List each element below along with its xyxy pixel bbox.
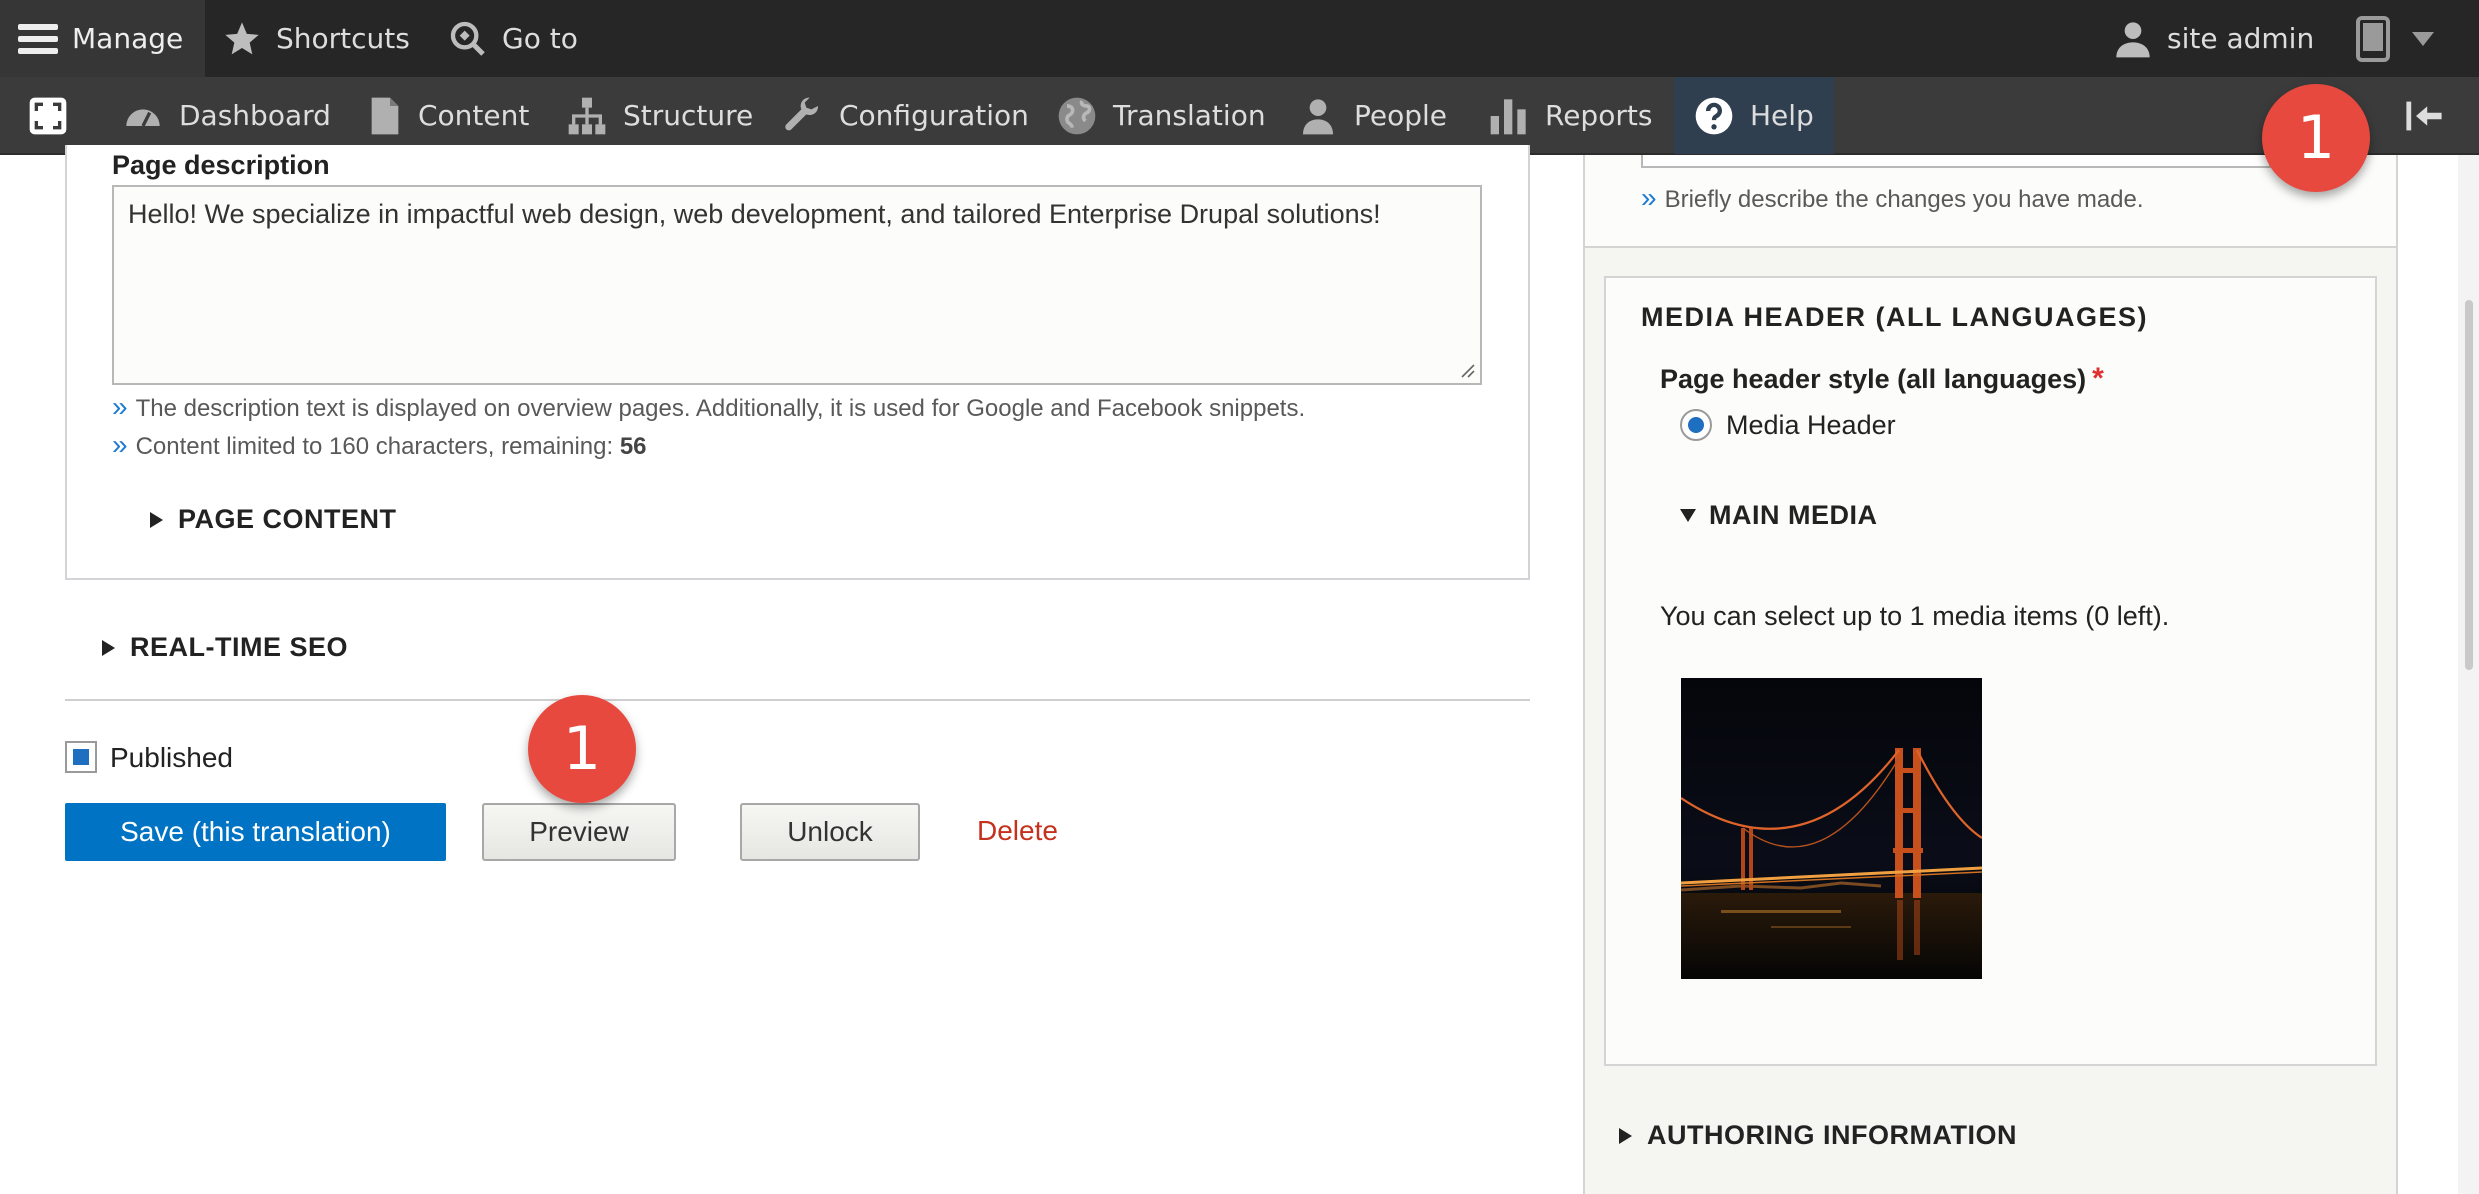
device-preview-toggle[interactable] <box>2356 0 2448 77</box>
collapse-left-icon <box>2406 101 2442 130</box>
star-icon <box>225 21 259 54</box>
published-label: Published <box>110 742 233 773</box>
description-help-text: » The description text is displayed on ov… <box>112 391 1305 423</box>
character-limit-prefix: Content limited to 160 characters, remai… <box>135 433 614 460</box>
tray-item-content[interactable]: Content <box>368 77 529 154</box>
manage-tab[interactable]: Manage <box>0 0 205 77</box>
tray-item-dashboard[interactable]: Dashboard <box>123 77 331 154</box>
page-description-value: Hello! We specialize in impactful web de… <box>128 199 1381 229</box>
bar-chart-icon <box>1490 98 1526 134</box>
raquo-icon: » <box>112 429 128 460</box>
checkbox-checked-mark <box>73 749 89 765</box>
triangle-right-icon <box>150 511 163 528</box>
raquo-icon: » <box>1641 182 1657 213</box>
revision-help-label: Briefly describe the changes you have ma… <box>1664 186 2144 213</box>
sitemap-icon <box>568 97 606 134</box>
goto-label: Go to <box>502 22 578 55</box>
media-limit-note: You can select up to 1 media items (0 le… <box>1660 601 2170 631</box>
required-marker: * <box>2092 362 2104 395</box>
globe-icon <box>1058 97 1096 134</box>
media-header-title: MEDIA HEADER (ALL LANGUAGES) <box>1641 302 2148 332</box>
unlock-button[interactable]: Unlock <box>740 803 920 861</box>
delete-link[interactable]: Delete <box>977 815 1058 847</box>
tray-item-people[interactable]: People <box>1298 77 1447 154</box>
media-header-radio[interactable] <box>1680 409 1712 441</box>
authoring-information-toggle[interactable]: AUTHORING INFORMATION <box>1619 1120 2017 1151</box>
wrench-icon <box>785 97 819 130</box>
tray-item-reports[interactable]: Reports <box>1489 77 1652 154</box>
radio-selected-dot <box>1688 417 1704 433</box>
mobile-device-icon <box>2356 15 2390 62</box>
user-name: site admin <box>2167 22 2315 55</box>
page-description-label: Page description <box>112 150 330 180</box>
goto-icon <box>450 21 485 56</box>
golden-gate-bridge-image <box>1681 678 1982 979</box>
scrollbar-thumb[interactable] <box>2465 300 2473 670</box>
main-media-label: MAIN MEDIA <box>1709 500 1878 530</box>
question-icon <box>1695 97 1733 134</box>
fullscreen-icon <box>29 97 67 134</box>
chevron-down-icon <box>2412 31 2434 46</box>
triangle-right-icon <box>1619 1127 1632 1144</box>
save-button[interactable]: Save (this translation) <box>65 803 446 861</box>
character-limit-text: » Content limited to 160 characters, rema… <box>112 429 647 461</box>
shortcuts-label: Shortcuts <box>276 22 410 55</box>
shortcuts-tab[interactable]: Shortcuts <box>222 0 410 77</box>
page-header-style-text: Page header style (all languages) <box>1660 364 2087 394</box>
hamburger-icon <box>18 23 58 54</box>
tray-item-translation[interactable]: Translation <box>1057 77 1266 154</box>
callout-badge-preview: 1 <box>528 695 636 803</box>
tray-label-reports: Reports <box>1545 99 1653 132</box>
realtime-seo-toggle[interactable]: REAL-TIME SEO <box>102 632 348 663</box>
manage-label: Manage <box>72 22 184 55</box>
page-content-toggle[interactable]: PAGE CONTENT <box>150 504 397 535</box>
tray-label-translation: Translation <box>1113 99 1266 132</box>
divider <box>65 699 1530 701</box>
published-checkbox[interactable] <box>65 741 97 773</box>
tray-label-configuration: Configuration <box>839 99 1029 132</box>
raquo-icon: » <box>112 391 128 422</box>
tray-item-configuration[interactable]: Configuration <box>783 77 1029 154</box>
page-content-label: PAGE CONTENT <box>178 504 397 534</box>
goto-tab[interactable]: Go to <box>448 0 578 77</box>
resize-grip-icon[interactable] <box>1458 361 1476 379</box>
triangle-down-icon <box>1680 509 1696 522</box>
main-media-toggle[interactable]: MAIN MEDIA <box>1680 500 1878 531</box>
tray-item-structure[interactable]: Structure <box>567 77 753 154</box>
tray-label-dashboard: Dashboard <box>179 99 331 132</box>
description-help-1: The description text is displayed on ove… <box>135 395 1306 422</box>
tray-label-structure: Structure <box>623 99 754 132</box>
page-header-style-label: Page header style (all languages) * <box>1660 362 2104 396</box>
characters-remaining: 56 <box>619 433 647 460</box>
revision-log-input[interactable] <box>1641 155 2271 168</box>
user-icon <box>2116 21 2150 57</box>
tray-label-content: Content <box>418 99 530 132</box>
media-thumbnail[interactable] <box>1681 678 1982 979</box>
dashboard-icon <box>126 108 160 127</box>
preview-button[interactable]: Preview <box>482 803 676 861</box>
admin-tray: Dashboard Content Structure Configuratio… <box>0 77 2479 155</box>
authoring-information-label: AUTHORING INFORMATION <box>1647 1120 2017 1150</box>
tray-orientation-icon-wrap[interactable] <box>28 77 84 154</box>
realtime-seo-label: REAL-TIME SEO <box>130 632 349 662</box>
person-icon <box>1303 98 1333 134</box>
tray-item-help[interactable]: Help <box>1674 77 1834 154</box>
page-description-textarea[interactable]: Hello! We specialize in impactful web de… <box>112 185 1482 385</box>
media-header-option-label: Media Header <box>1726 410 1896 440</box>
tray-collapse-toggle[interactable] <box>2404 77 2460 154</box>
user-menu[interactable]: site admin <box>2113 0 2314 77</box>
revision-help-text: » Briefly describe the changes you have m… <box>1641 182 2144 214</box>
tray-label-help: Help <box>1750 99 1814 132</box>
tray-label-people: People <box>1354 99 1448 132</box>
page-icon <box>371 97 399 134</box>
admin-toolbar: Manage Shortcuts Go to site admin <box>0 0 2479 77</box>
callout-badge-toolbar: 1 <box>2262 84 2370 192</box>
triangle-right-icon <box>102 639 115 656</box>
